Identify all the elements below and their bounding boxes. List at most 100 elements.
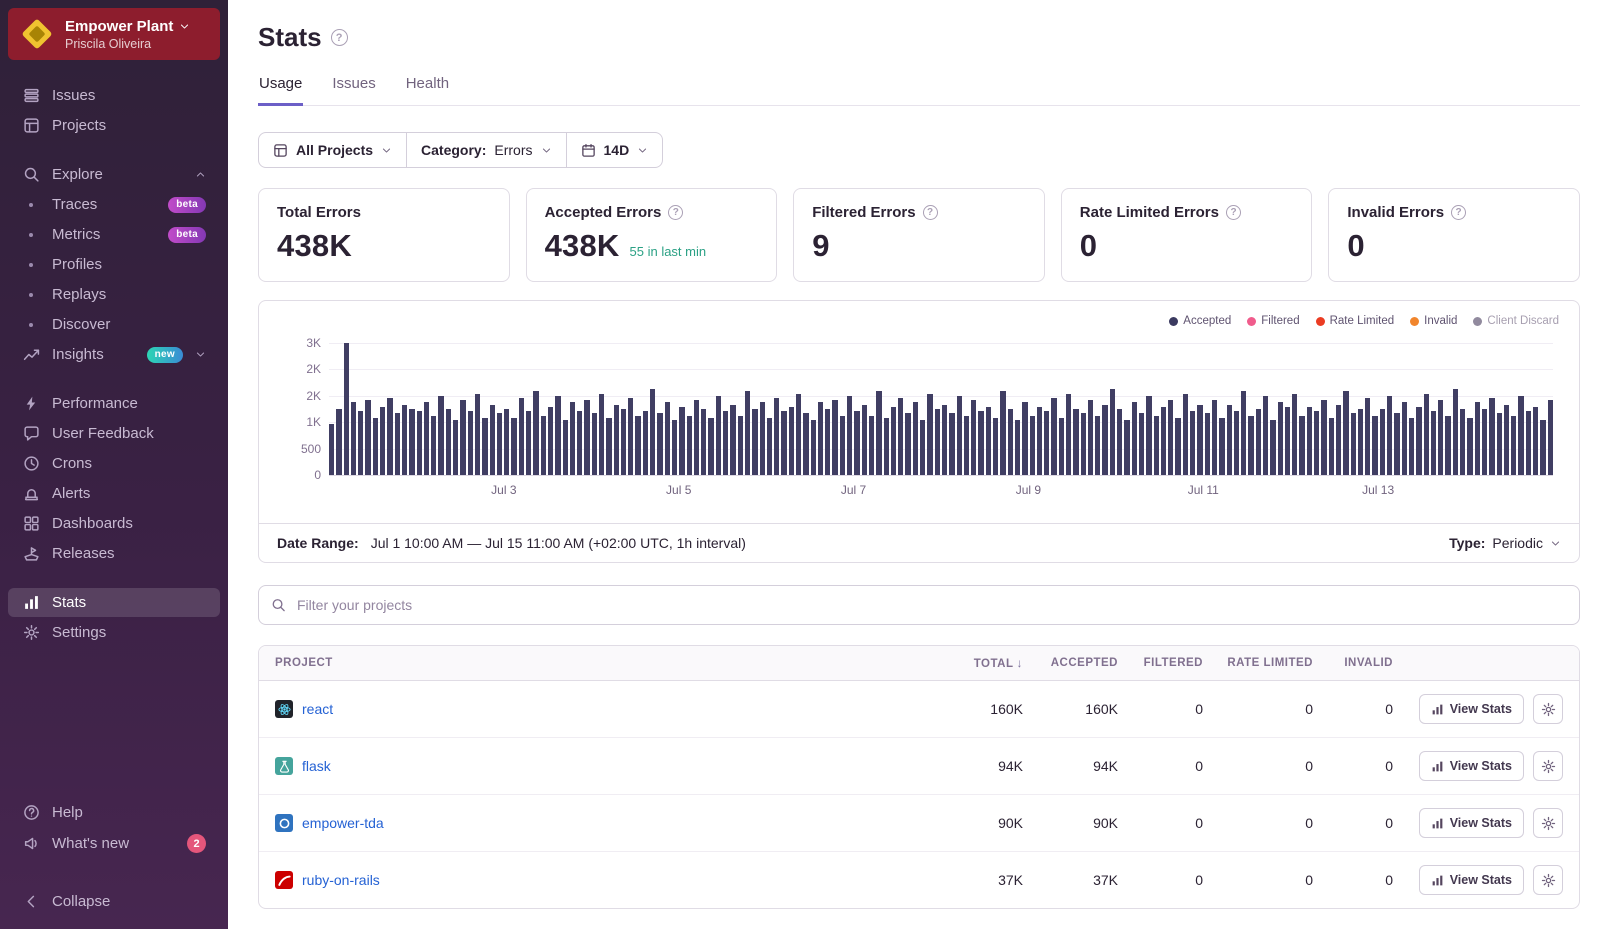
sidebar-item-performance[interactable]: Performance	[8, 389, 220, 418]
chart-bar[interactable]	[1168, 400, 1173, 475]
column-header-rate-limited[interactable]: RATE LIMITED	[1203, 657, 1313, 669]
chart-bar[interactable]	[1066, 394, 1071, 475]
chart-bar[interactable]	[957, 396, 962, 475]
chart-type-dropdown[interactable]: Type: Periodic	[1449, 535, 1561, 551]
chart-bar[interactable]	[577, 411, 582, 475]
chart-bar[interactable]	[336, 409, 341, 475]
chart-bar[interactable]	[1234, 411, 1239, 475]
chart-bar[interactable]	[964, 416, 969, 475]
chart-bar[interactable]	[431, 416, 436, 475]
chart-bar[interactable]	[986, 407, 991, 475]
help-icon[interactable]: ?	[923, 205, 938, 220]
chart-bar[interactable]	[694, 400, 699, 475]
chart-bar[interactable]	[803, 413, 808, 475]
date-range-dropdown[interactable]: 14D	[566, 133, 663, 167]
chart-bar[interactable]	[395, 413, 400, 475]
chart-bar[interactable]	[1329, 418, 1334, 475]
chart-bar[interactable]	[1351, 413, 1356, 475]
project-settings-button[interactable]	[1533, 751, 1563, 781]
chart-bar[interactable]	[1059, 418, 1064, 475]
sidebar-item-settings[interactable]: Settings	[8, 618, 220, 647]
chart-bar[interactable]	[1073, 409, 1078, 475]
chart-bar[interactable]	[526, 411, 531, 475]
chart-bar[interactable]	[358, 411, 363, 475]
chart-bar[interactable]	[840, 416, 845, 475]
chart-bar[interactable]	[1526, 411, 1531, 475]
tab-issues[interactable]: Issues	[331, 75, 376, 106]
chart-bar[interactable]	[468, 411, 473, 475]
chart-bar[interactable]	[1314, 411, 1319, 475]
chart-bar[interactable]	[1475, 402, 1480, 475]
chart-bar[interactable]	[1263, 396, 1268, 475]
chart-bar[interactable]	[701, 409, 706, 475]
chart-bar[interactable]	[1460, 409, 1465, 475]
chart-bar[interactable]	[1212, 400, 1217, 475]
chart-bar[interactable]	[409, 409, 414, 475]
chart-bar[interactable]	[862, 405, 867, 475]
chart-bar[interactable]	[811, 420, 816, 475]
chart-bar[interactable]	[548, 407, 553, 475]
legend-item-client-discard[interactable]: Client Discard	[1473, 315, 1559, 327]
chart-bar[interactable]	[1095, 416, 1100, 475]
chart-bar[interactable]	[935, 409, 940, 475]
chart-bar[interactable]	[402, 405, 407, 475]
chart-bar[interactable]	[606, 418, 611, 475]
view-stats-button[interactable]: View Stats	[1419, 808, 1524, 838]
chart-bar[interactable]	[891, 407, 896, 475]
chart-bar[interactable]	[1081, 413, 1086, 475]
chart-bar[interactable]	[599, 394, 604, 475]
chart-bar[interactable]	[1154, 416, 1159, 475]
chart-bar[interactable]	[1008, 409, 1013, 475]
chart-bar[interactable]	[584, 400, 589, 475]
chart-bar[interactable]	[1102, 405, 1107, 475]
chart-bar[interactable]	[1270, 420, 1275, 475]
chart-bar[interactable]	[1219, 418, 1224, 475]
chart-bar[interactable]	[760, 402, 765, 475]
chart-bar[interactable]	[1146, 396, 1151, 475]
chart-bar[interactable]	[1190, 411, 1195, 475]
chart-bar[interactable]	[365, 400, 370, 475]
chart-bar[interactable]	[716, 396, 721, 475]
chart-bar[interactable]	[1248, 416, 1253, 475]
chart-bar[interactable]	[1482, 409, 1487, 475]
chart-bar[interactable]	[533, 391, 538, 475]
chart-bar[interactable]	[1292, 394, 1297, 475]
project-link[interactable]: ruby-on-rails	[302, 872, 380, 888]
column-header-filtered[interactable]: FILTERED	[1118, 657, 1203, 669]
chart-bar[interactable]	[1044, 411, 1049, 475]
chart-bar[interactable]	[993, 418, 998, 475]
sidebar-item-stats[interactable]: Stats	[8, 588, 220, 617]
chart-bar[interactable]	[614, 405, 619, 475]
chart-bar[interactable]	[635, 416, 640, 475]
chart-bar[interactable]	[832, 400, 837, 475]
chart-bar[interactable]	[730, 405, 735, 475]
chart-bar[interactable]	[1117, 409, 1122, 475]
chart-bar[interactable]	[417, 411, 422, 475]
sidebar-item-replays[interactable]: Replays	[8, 280, 220, 309]
category-filter-dropdown[interactable]: Category: Errors	[406, 133, 565, 167]
chart-bar[interactable]	[1387, 396, 1392, 475]
chart-bar[interactable]	[927, 394, 932, 475]
chart-bar[interactable]	[1511, 416, 1516, 475]
sidebar-item-releases[interactable]: Releases	[8, 539, 220, 568]
chart-bar[interactable]	[1445, 416, 1450, 475]
chart-bar[interactable]	[1175, 418, 1180, 475]
sidebar-item-projects[interactable]: Projects	[8, 111, 220, 140]
chart-bar[interactable]	[767, 418, 772, 475]
chart-bar[interactable]	[913, 402, 918, 475]
chart-bar[interactable]	[1438, 400, 1443, 475]
chart-bar[interactable]	[380, 407, 385, 475]
chart-bar[interactable]	[1161, 407, 1166, 475]
chart-bar[interactable]	[1518, 396, 1523, 475]
chart-bar[interactable]	[1416, 407, 1421, 475]
chart-bar[interactable]	[482, 418, 487, 475]
chart-bar[interactable]	[621, 409, 626, 475]
project-link[interactable]: empower-tda	[302, 815, 384, 831]
help-icon[interactable]: ?	[1451, 205, 1466, 220]
chart-bar[interactable]	[657, 413, 662, 475]
chart-bar[interactable]	[854, 411, 859, 475]
chart-bar[interactable]	[884, 418, 889, 475]
chart-bar[interactable]	[789, 407, 794, 475]
chart-bar[interactable]	[438, 396, 443, 475]
project-settings-button[interactable]	[1533, 808, 1563, 838]
